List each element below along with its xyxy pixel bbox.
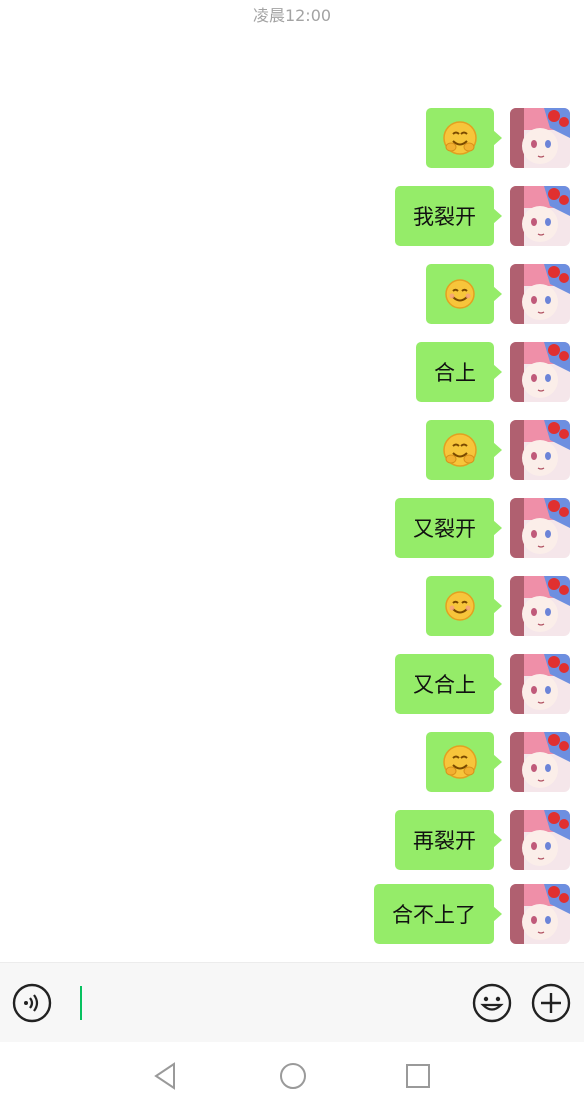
message-bubble[interactable] [426,576,502,636]
anime-girl-avatar-icon [510,264,570,324]
message-text: 合上 [434,361,476,385]
message-bubble[interactable] [426,420,502,480]
message-bubble[interactable]: 我裂开 [395,186,502,246]
message-text: 合不上了 [392,903,476,927]
message-row [426,732,570,792]
nav-home-button[interactable] [278,1061,308,1095]
message-bubble[interactable] [426,264,502,324]
anime-girl-avatar-icon [510,420,570,480]
anime-girl-avatar-icon [510,342,570,402]
message-row: 我裂开 [395,186,570,246]
anime-girl-avatar-icon [510,732,570,792]
message-row [426,420,570,480]
message-text: 又合上 [413,673,476,697]
message-row: 合不上了 [374,884,570,944]
smiling-face-emoji-icon [445,591,475,621]
avatar[interactable] [510,884,570,944]
message-input[interactable] [72,982,456,1026]
message-bubble[interactable]: 又合上 [395,654,502,714]
message-text: 我裂开 [413,205,476,229]
anime-girl-avatar-icon [510,498,570,558]
anime-girl-avatar-icon [510,654,570,714]
message-row [426,264,570,324]
message-row: 合上 [416,342,570,402]
anime-girl-avatar-icon [510,108,570,168]
message-row: 又合上 [395,654,570,714]
emoji-icon [472,983,512,1023]
message-bubble[interactable]: 再裂开 [395,810,502,870]
recents-icon [406,1064,430,1088]
nav-recents-button[interactable] [404,1062,432,1094]
message-bubble[interactable]: 合上 [416,342,502,402]
voice-button[interactable] [12,983,52,1027]
anime-girl-avatar-icon [510,186,570,246]
voice-icon [12,983,52,1023]
anime-girl-avatar-icon [510,576,570,636]
message-bubble[interactable]: 合不上了 [374,884,502,944]
back-icon [154,1062,175,1090]
anime-girl-avatar-icon [510,810,570,870]
more-button[interactable] [531,983,571,1027]
smiling-face-emoji-icon [445,279,475,309]
avatar[interactable] [510,732,570,792]
message-row: 再裂开 [395,810,570,870]
anime-girl-avatar-icon [510,884,570,944]
message-text: 再裂开 [413,829,476,853]
avatar[interactable] [510,576,570,636]
avatar[interactable] [510,420,570,480]
home-icon [280,1063,306,1089]
message-bubble[interactable]: 又裂开 [395,498,502,558]
message-row: 又裂开 [395,498,570,558]
plus-icon [531,983,571,1023]
avatar[interactable] [510,264,570,324]
avatar[interactable] [510,186,570,246]
avatar[interactable] [510,108,570,168]
message-bubble[interactable] [426,732,502,792]
emoji-button[interactable] [472,983,512,1027]
avatar[interactable] [510,342,570,402]
message-text: 又裂开 [413,517,476,541]
nav-back-button[interactable] [152,1061,180,1095]
hugging-face-emoji-icon [443,121,477,155]
timestamp: 凌晨12:00 [252,6,332,25]
avatar[interactable] [510,498,570,558]
message-row [426,108,570,168]
message-row [426,576,570,636]
hugging-face-emoji-icon [443,433,477,467]
message-bubble[interactable] [426,108,502,168]
avatar[interactable] [510,654,570,714]
avatar[interactable] [510,810,570,870]
hugging-face-emoji-icon [443,745,477,779]
